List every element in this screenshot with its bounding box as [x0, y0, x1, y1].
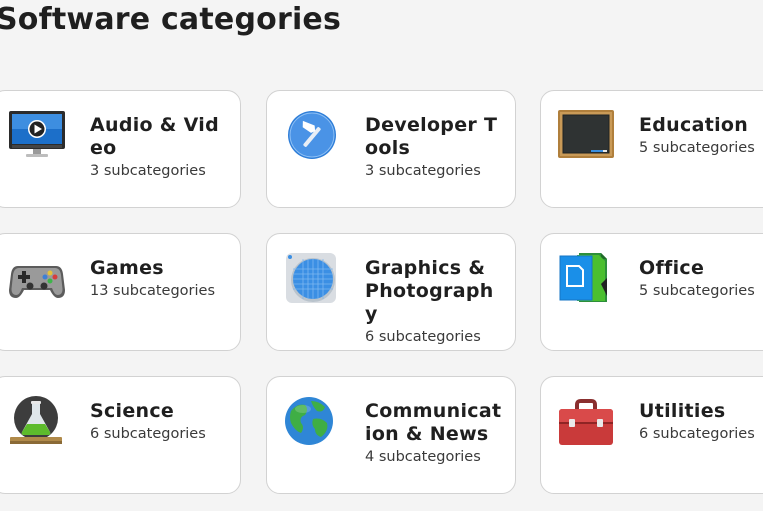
category-card-games[interactable]: Games 13 subcategories [0, 233, 241, 351]
category-name: Games [90, 257, 164, 279]
subcategory-count: 6 subcategories [365, 329, 481, 345]
subcategory-count: 6 subcategories [639, 426, 755, 442]
category-name: Developer Tools [365, 114, 498, 159]
category-card-office[interactable]: Office 5 subcategories [540, 233, 763, 351]
category-name: Utilities [639, 400, 726, 422]
developer-tools-icon [283, 109, 341, 161]
category-name: Education [639, 114, 749, 136]
category-card-developer-tools[interactable]: Developer Tools 3 subcategories [266, 90, 516, 208]
science-icon [8, 395, 66, 447]
subcategory-count: 5 subcategories [639, 140, 755, 156]
category-card-utilities[interactable]: Utilities 6 subcategories [540, 376, 763, 494]
education-icon [557, 109, 615, 161]
category-card-education[interactable]: Education 5 subcategories [540, 90, 763, 208]
audio-video-icon [8, 109, 66, 161]
category-name: Audio & Video [90, 114, 219, 159]
subcategory-count: 13 subcategories [90, 283, 216, 299]
category-card-science[interactable]: Science 6 subcategories [0, 376, 241, 494]
subcategory-count: 3 subcategories [365, 163, 481, 179]
subcategory-count: 4 subcategories [365, 449, 481, 465]
games-icon [8, 252, 66, 304]
page-title: Software categories [0, 2, 342, 37]
category-card-audio-video[interactable]: Audio & Video 3 subcategories [0, 90, 241, 208]
utilities-icon [557, 395, 615, 447]
software-categories-page: Software categories Audio & Video 3 subc… [0, 0, 763, 511]
category-name: Office [639, 257, 705, 279]
graphics-icon [283, 252, 341, 304]
category-name: Science [90, 400, 175, 422]
category-name: Communication & News [365, 400, 502, 445]
office-icon [557, 252, 615, 304]
category-card-graphics-photography[interactable]: Graphics & Photography 6 subcategories [266, 233, 516, 351]
subcategory-count: 3 subcategories [90, 163, 206, 179]
category-card-communication-news[interactable]: Communication & News 4 subcategories [266, 376, 516, 494]
communication-icon [283, 395, 341, 447]
subcategory-count: 6 subcategories [90, 426, 206, 442]
category-name: Graphics & Photography [365, 257, 494, 325]
subcategory-count: 5 subcategories [639, 283, 755, 299]
